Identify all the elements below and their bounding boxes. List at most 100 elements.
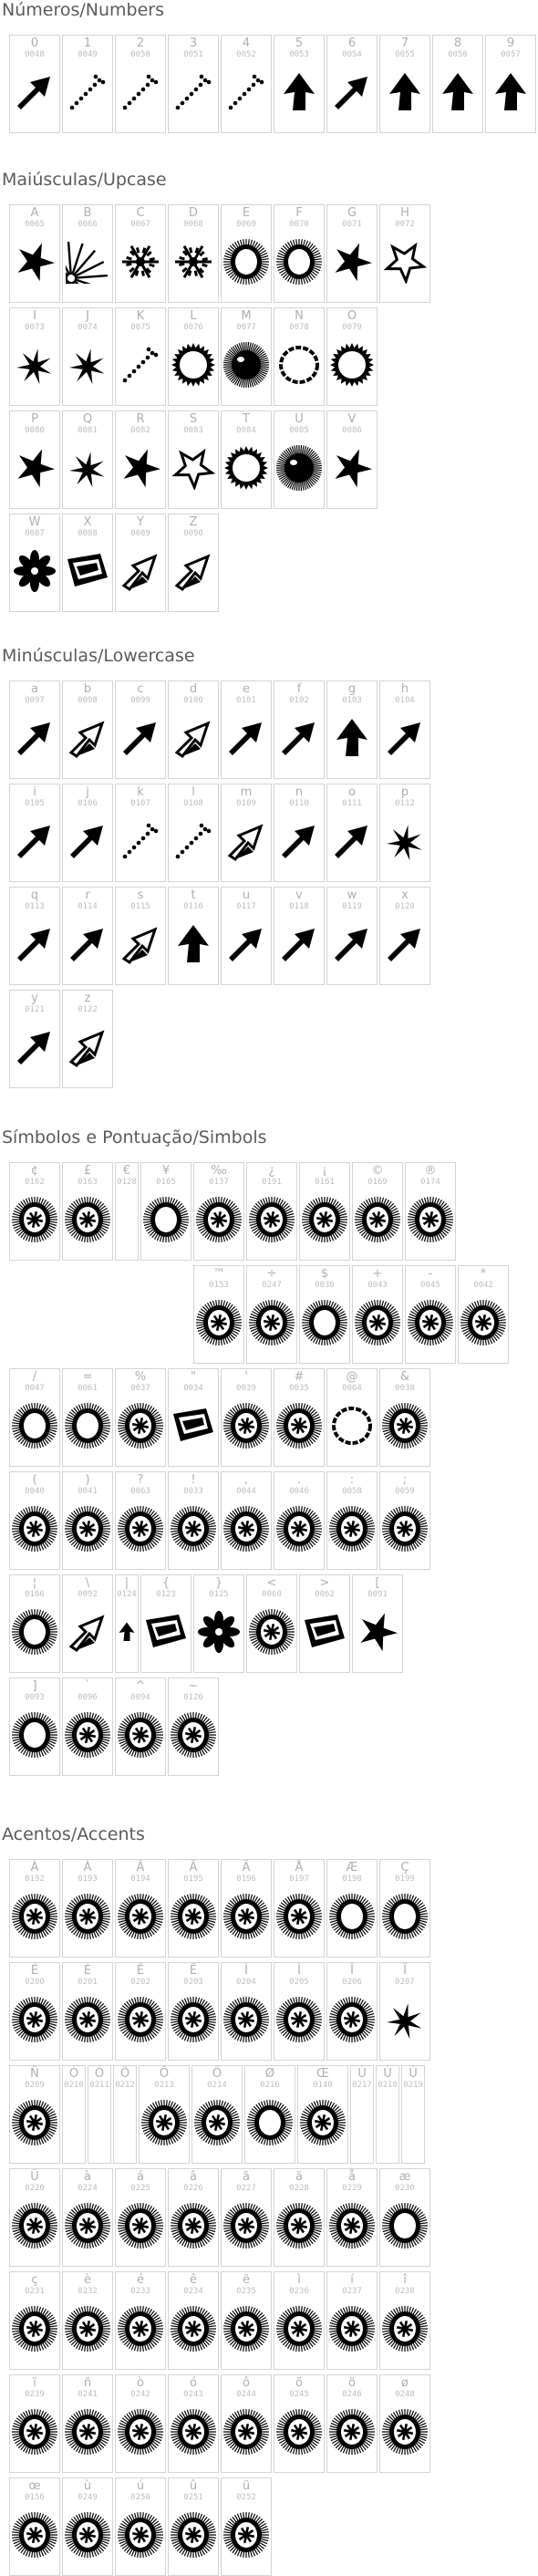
glyph-cell[interactable]: 5 0053 xyxy=(274,35,325,133)
glyph-cell[interactable]: ÷ 0247 xyxy=(246,1265,297,1364)
glyph-cell[interactable]: Y 0089 xyxy=(115,514,166,612)
glyph-cell[interactable]: å 0229 xyxy=(326,2168,378,2267)
glyph-cell[interactable]: V 0086 xyxy=(326,410,378,509)
glyph-cell[interactable]: À 0192 xyxy=(9,1859,60,1958)
glyph-cell[interactable]: Ç 0199 xyxy=(379,1859,430,1958)
glyph-cell[interactable]: è 0232 xyxy=(62,2271,113,2370)
glyph-cell[interactable]: ò 0242 xyxy=(115,2374,166,2473)
glyph-cell[interactable]: J 0074 xyxy=(62,307,113,406)
glyph-cell[interactable]: a 0097 xyxy=(9,680,60,779)
glyph-cell[interactable]: $0036 xyxy=(299,1265,350,1364)
glyph-cell[interactable]: I 0073 xyxy=(9,307,60,406)
glyph-cell[interactable]: l 0108 xyxy=(168,784,219,882)
glyph-cell[interactable]: /0047 xyxy=(9,1368,60,1467)
glyph-cell[interactable]: ñ 0241 xyxy=(62,2374,113,2473)
glyph-cell[interactable]: K 0075 xyxy=(115,307,166,406)
glyph-cell[interactable]: ó 0243 xyxy=(168,2374,219,2473)
glyph-cell[interactable]: Ú 0218 xyxy=(376,2065,399,2164)
glyph-cell[interactable]: -0045 xyxy=(405,1265,456,1364)
glyph-cell[interactable]: î 0238 xyxy=(379,2271,430,2370)
glyph-cell[interactable]: +0043 xyxy=(352,1265,403,1364)
glyph-cell[interactable]: e 0101 xyxy=(221,680,272,779)
glyph-cell[interactable]: €0128 xyxy=(115,1162,139,1261)
glyph-cell[interactable]: w 0119 xyxy=(326,887,378,985)
glyph-cell[interactable]: ¡ 0161 xyxy=(299,1162,350,1261)
glyph-cell[interactable]: Â 0194 xyxy=(115,1859,166,1958)
glyph-cell[interactable]: % 0037 xyxy=(115,1368,166,1467)
glyph-cell[interactable]: q 0113 xyxy=(9,887,60,985)
glyph-cell[interactable]: 4 0052 xyxy=(221,35,272,133)
glyph-cell[interactable]: " 0034 xyxy=(168,1368,219,1467)
glyph-cell[interactable]: = 0061 xyxy=(62,1368,113,1467)
glyph-cell[interactable]: U 0085 xyxy=(274,410,325,509)
glyph-cell[interactable]: ¿ 0191 xyxy=(246,1162,297,1261)
glyph-cell[interactable]: O 0079 xyxy=(326,307,378,406)
glyph-cell[interactable]: é 0233 xyxy=(115,2271,166,2370)
glyph-cell[interactable]: ê 0234 xyxy=(168,2271,219,2370)
glyph-cell[interactable]: ô 0244 xyxy=(221,2374,272,2473)
glyph-cell[interactable]: ^ 0094 xyxy=(115,1678,166,1776)
glyph-cell[interactable]: g 0103 xyxy=(326,680,378,779)
glyph-cell[interactable]: o 0111 xyxy=(326,784,378,882)
glyph-cell[interactable]: ? 0063 xyxy=(115,1471,166,1570)
glyph-cell[interactable]: í 0237 xyxy=(326,2271,378,2370)
glyph-cell[interactable]: b 0098 xyxy=(62,680,113,779)
glyph-cell[interactable]: C 0067 xyxy=(115,204,166,303)
glyph-cell[interactable]: ™ 0153 xyxy=(193,1265,244,1364)
glyph-cell[interactable]: @0064 xyxy=(326,1368,378,1467)
glyph-cell[interactable]: d 0100 xyxy=(168,680,219,779)
glyph-cell[interactable]: Í 0205 xyxy=(274,1962,325,2061)
glyph-cell[interactable]: ï 0239 xyxy=(9,2374,60,2473)
glyph-cell[interactable]: Ï 0207 xyxy=(379,1962,430,2061)
glyph-cell[interactable]: (0040 xyxy=(9,1471,60,1570)
glyph-cell[interactable]: Ñ 0209 xyxy=(9,2065,60,2164)
glyph-cell[interactable]: æ 0230 xyxy=(379,2168,430,2267)
glyph-cell[interactable]: Ó 0211 xyxy=(88,2065,111,2164)
glyph-cell[interactable]: Ê 0202 xyxy=(115,1962,166,2061)
glyph-cell[interactable]: & 0038 xyxy=(379,1368,430,1467)
glyph-cell[interactable]: 2 0050 xyxy=(115,35,166,133)
glyph-cell[interactable]: c 0099 xyxy=(115,680,166,779)
glyph-cell[interactable]: Ì 0204 xyxy=(221,1962,272,2061)
glyph-cell[interactable]: M 0077 xyxy=(221,307,272,406)
glyph-cell[interactable]: L 0076 xyxy=(168,307,219,406)
glyph-cell[interactable]: á 0225 xyxy=(115,2168,166,2267)
glyph-cell[interactable]: D 0068 xyxy=(168,204,219,303)
glyph-cell[interactable]: Á 0193 xyxy=(62,1859,113,1958)
glyph-cell[interactable]: {0123 xyxy=(140,1574,191,1673)
glyph-cell[interactable]: Ö 0214 xyxy=(191,2065,243,2164)
glyph-cell[interactable]: z 0122 xyxy=(62,990,113,1088)
glyph-cell[interactable]: 3 0051 xyxy=(168,35,219,133)
glyph-cell[interactable]: <0060 xyxy=(246,1574,297,1673)
glyph-cell[interactable]: ! 0033 xyxy=(168,1471,219,1570)
glyph-cell[interactable]: S 0083 xyxy=(168,410,219,509)
glyph-cell[interactable]: 9 0057 xyxy=(485,35,536,133)
glyph-cell[interactable]: ] 0093 xyxy=(9,1678,60,1776)
glyph-cell[interactable]: Î 0206 xyxy=(326,1962,378,2061)
glyph-cell[interactable]: É 0201 xyxy=(62,1962,113,2061)
glyph-cell[interactable]: N 0078 xyxy=(274,307,325,406)
glyph-cell[interactable]: ¦ 0166 xyxy=(9,1574,60,1673)
glyph-cell[interactable]: 7 0055 xyxy=(379,35,430,133)
glyph-cell[interactable]: } 0125 xyxy=(193,1574,244,1673)
glyph-cell[interactable]: Ø 0216 xyxy=(244,2065,295,2164)
glyph-cell[interactable]: ¢ 0162 xyxy=(9,1162,60,1261)
glyph-cell[interactable]: i 0105 xyxy=(9,784,60,882)
glyph-cell[interactable]: E 0069 xyxy=(221,204,272,303)
glyph-cell[interactable]: â 0226 xyxy=(168,2168,219,2267)
glyph-cell[interactable]: x 0120 xyxy=(379,887,430,985)
glyph-cell[interactable]: h 0104 xyxy=(379,680,430,779)
glyph-cell[interactable]: m 0109 xyxy=(221,784,272,882)
glyph-cell[interactable]: Ë 0203 xyxy=(168,1962,219,2061)
glyph-cell[interactable]: 1 0049 xyxy=(62,35,113,133)
glyph-cell[interactable]: Õ 0213 xyxy=(139,2065,190,2164)
glyph-cell[interactable]: X 0088 xyxy=(62,514,113,612)
glyph-cell[interactable]: [0091 xyxy=(352,1574,403,1673)
glyph-cell[interactable]: W 0087 xyxy=(9,514,60,612)
glyph-cell[interactable]: y 0121 xyxy=(9,990,60,1088)
glyph-cell[interactable]: 6 0054 xyxy=(326,35,378,133)
glyph-cell[interactable]: p 0112 xyxy=(379,784,430,882)
glyph-cell[interactable]: B 0066 xyxy=(62,204,113,303)
glyph-cell[interactable]: Æ 0198 xyxy=(326,1859,378,1958)
glyph-cell[interactable]: f 0102 xyxy=(274,680,325,779)
